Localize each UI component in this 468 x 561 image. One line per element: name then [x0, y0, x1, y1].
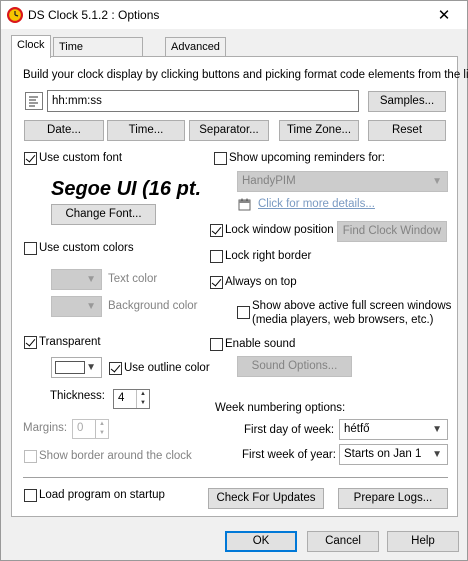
use-custom-colors-checkbox[interactable]: [24, 242, 37, 255]
divider: [23, 477, 448, 478]
use-outline-color-label: Use outline color: [124, 362, 210, 374]
format-input[interactable]: hh:mm:ss: [47, 90, 359, 112]
sound-options-button[interactable]: Sound Options...: [237, 356, 352, 377]
window-title: DS Clock 5.1.2 : Options: [28, 8, 160, 22]
first-week-value: Starts on Jan 1: [344, 448, 422, 460]
first-week-select[interactable]: Starts on Jan 1 ▼: [339, 444, 448, 465]
prepare-logs-button[interactable]: Prepare Logs...: [338, 488, 448, 509]
reset-button[interactable]: Reset: [368, 120, 446, 141]
spinner-arrows-icon[interactable]: ▲ ▼: [95, 420, 108, 438]
use-custom-font-label: Use custom font: [39, 152, 123, 164]
enable-sound-checkbox[interactable]: [210, 338, 223, 351]
time-zone-button[interactable]: Time Zone...: [279, 120, 359, 141]
show-reminders-label: Show upcoming reminders for:: [229, 152, 385, 164]
show-above-fullscreen-label: Show above active full screen windows: [252, 300, 452, 312]
separator-button[interactable]: Separator...: [189, 120, 269, 141]
background-color-picker[interactable]: ▼: [51, 296, 102, 317]
transparent-checkbox[interactable]: [24, 336, 37, 349]
chevron-down-icon: ▼: [86, 301, 96, 312]
week-numbering-heading: Week numbering options:: [215, 402, 346, 414]
use-outline-color-checkbox[interactable]: [109, 362, 122, 375]
clock-app-icon: [7, 7, 23, 23]
always-on-top-checkbox[interactable]: [210, 276, 223, 289]
chevron-down-icon: ▼: [432, 176, 442, 187]
clock-tab-panel: Build your clock display by clicking but…: [11, 56, 468, 517]
time-button[interactable]: Time...: [107, 120, 185, 141]
margins-label: Margins:: [23, 422, 68, 434]
chevron-down-icon: ▼: [86, 362, 96, 373]
check-for-updates-button[interactable]: Check For Updates: [208, 488, 324, 509]
ok-button[interactable]: OK: [225, 531, 297, 552]
lock-window-position-label: Lock window position: [225, 224, 334, 236]
margins-value: 0: [77, 422, 84, 434]
chevron-down-icon: ▼: [86, 274, 96, 285]
intro-text: Build your clock display by clicking but…: [23, 69, 468, 81]
show-border-checkbox[interactable]: [24, 450, 37, 463]
first-day-select[interactable]: hétfő ▼: [339, 419, 448, 440]
lock-right-border-label: Lock right border: [225, 250, 312, 262]
font-preview: Segoe UI (16 pt.: [51, 178, 202, 200]
samples-button[interactable]: Samples...: [368, 91, 446, 112]
reminder-source-value: HandyPIM: [242, 175, 296, 187]
first-day-label: First day of week:: [244, 424, 335, 436]
cancel-button[interactable]: Cancel: [307, 531, 379, 552]
show-above-fullscreen-checkbox[interactable]: [237, 306, 250, 319]
outline-color-picker[interactable]: ▼: [51, 357, 102, 378]
thickness-spinner[interactable]: 4 ▲ ▼: [113, 389, 150, 409]
show-border-label: Show border around the clock: [39, 450, 192, 462]
load-on-startup-checkbox[interactable]: [24, 489, 37, 502]
outline-color-swatch: [55, 361, 85, 374]
change-font-button[interactable]: Change Font...: [51, 204, 156, 225]
use-custom-font-checkbox[interactable]: [24, 152, 37, 165]
text-color-label: Text color: [108, 273, 158, 285]
date-button[interactable]: Date...: [24, 120, 104, 141]
list-icon: [29, 96, 38, 107]
more-details-link[interactable]: Click for more details...: [258, 198, 375, 210]
chevron-down-icon: ▼: [432, 449, 442, 460]
lock-right-border-checkbox[interactable]: [210, 250, 223, 263]
show-above-fullscreen-hint: (media players, web browsers, etc.): [252, 314, 434, 326]
lock-window-position-checkbox[interactable]: [210, 224, 223, 237]
thickness-label: Thickness:: [50, 390, 105, 402]
help-button[interactable]: Help: [387, 531, 459, 552]
use-custom-colors-label: Use custom colors: [39, 242, 134, 254]
transparent-label: Transparent: [39, 336, 101, 348]
spinner-arrows-icon[interactable]: ▲ ▼: [136, 390, 149, 408]
close-button[interactable]: ✕: [421, 1, 467, 29]
first-day-value: hétfő: [344, 423, 370, 435]
always-on-top-label: Always on top: [225, 276, 297, 288]
first-week-label: First week of year:: [242, 449, 336, 461]
close-icon: ✕: [437, 7, 451, 24]
reminder-source-select[interactable]: HandyPIM ▼: [237, 171, 448, 192]
format-list-button[interactable]: [25, 92, 43, 110]
thickness-value: 4: [118, 392, 125, 404]
background-color-label: Background color: [108, 300, 198, 312]
show-reminders-checkbox[interactable]: [214, 152, 227, 165]
tab-advanced[interactable]: Advanced: [165, 37, 226, 57]
enable-sound-label: Enable sound: [225, 338, 296, 350]
title-bar[interactable]: DS Clock 5.1.2 : Options ✕: [1, 1, 467, 29]
margins-spinner[interactable]: 0 ▲ ▼: [72, 419, 109, 439]
find-clock-window-button[interactable]: Find Clock Window: [337, 221, 447, 242]
tab-clock[interactable]: Clock: [11, 35, 51, 58]
load-on-startup-label: Load program on startup: [39, 489, 165, 501]
chevron-down-icon: ▼: [432, 424, 442, 435]
tab-time-synchronization[interactable]: Time Synchronization: [53, 37, 144, 71]
options-window: DS Clock 5.1.2 : Options ✕ Clock Time Sy…: [0, 0, 468, 561]
text-color-picker[interactable]: ▼: [51, 269, 102, 290]
calendar-icon: [238, 198, 251, 211]
